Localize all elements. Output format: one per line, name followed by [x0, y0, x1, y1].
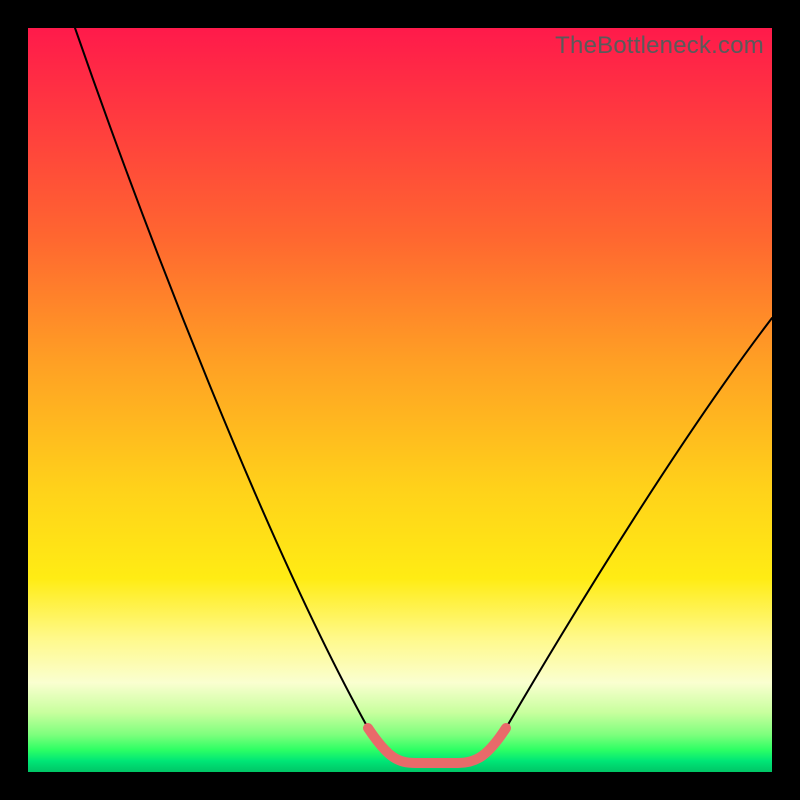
- plot-area: TheBottleneck.com: [28, 28, 772, 772]
- bottleneck-curve: [75, 28, 772, 763]
- bottom-accent: [368, 728, 506, 763]
- curve-layer: [28, 28, 772, 772]
- chart-frame: TheBottleneck.com: [0, 0, 800, 800]
